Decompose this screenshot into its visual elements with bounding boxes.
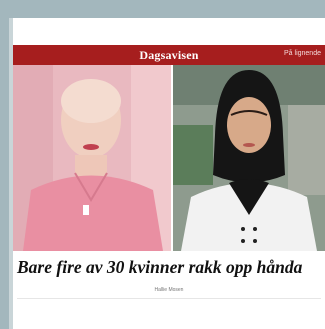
newspaper-logo[interactable]: Dagsavisen: [139, 48, 198, 63]
hijab-woman-portrait-icon: [173, 65, 325, 251]
article-photo-right: [173, 65, 325, 251]
article-card[interactable]: Dagsavisen På lignende Bare fire av 30 k…: [13, 18, 325, 329]
article-headline[interactable]: Bare fire av 30 kvinner rakk opp hånda: [17, 257, 302, 278]
article-photo-left: [13, 65, 171, 251]
content-divider: [17, 298, 321, 299]
masthead-link[interactable]: På lignende: [284, 50, 321, 57]
masthead: Dagsavisen På lignende: [13, 45, 325, 65]
article-byline: Hallie Mosen: [154, 287, 184, 293]
window-frame-top: [0, 0, 325, 18]
bald-woman-portrait-icon: [13, 65, 171, 251]
window-frame-left: [0, 0, 9, 329]
